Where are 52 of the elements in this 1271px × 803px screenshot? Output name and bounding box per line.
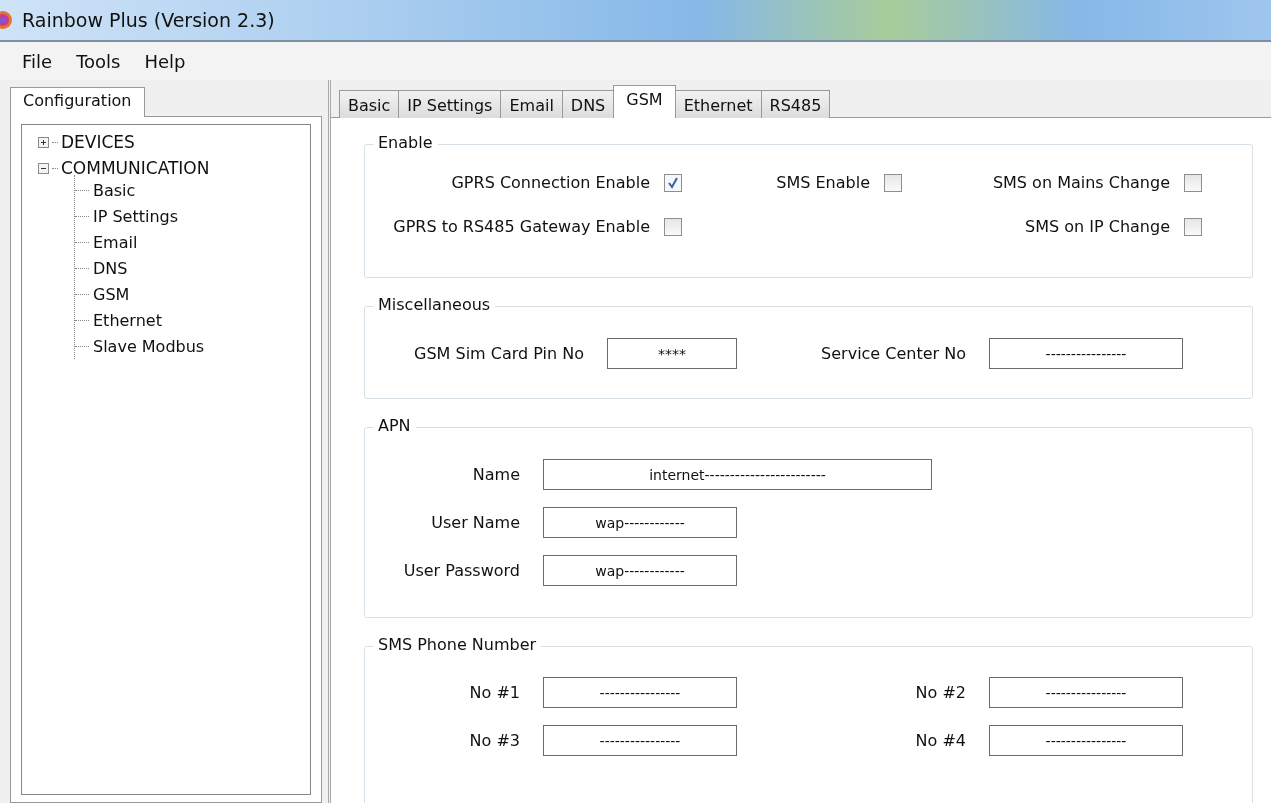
expand-icon[interactable] (38, 136, 49, 148)
panel-tab[interactable]: Configuration (10, 87, 145, 117)
field-label: No #1 (469, 683, 520, 702)
field-label: GSM Sim Card Pin No (414, 344, 584, 363)
checkbox-label: SMS Enable (776, 173, 870, 192)
checkbox-label: GPRS to RS485 Gateway Enable (393, 217, 650, 236)
checkbox[interactable] (664, 217, 682, 236)
tree-item[interactable]: Email (93, 232, 138, 252)
menu-item[interactable]: Tools (64, 50, 133, 72)
input-field[interactable]: **** (607, 338, 737, 369)
input-field[interactable]: ---------------- (989, 725, 1183, 756)
field-label: User Password (403, 561, 520, 580)
menu-item[interactable]: Help (132, 50, 198, 72)
checkbox[interactable] (1184, 217, 1202, 236)
tree-item[interactable]: IP Settings (93, 206, 179, 226)
tree-item[interactable]: Basic (93, 180, 136, 200)
field-label: No #4 (915, 731, 966, 750)
input-field[interactable]: internet------------------------ (543, 459, 932, 490)
input-field[interactable]: ---------------- (989, 338, 1183, 369)
tab[interactable]: RS485 (760, 90, 831, 118)
tree-item[interactable]: DEVICES (61, 132, 135, 152)
checkbox[interactable] (884, 173, 902, 192)
app-logo-icon (0, 10, 14, 30)
input-field[interactable]: ---------------- (543, 725, 737, 756)
input-field[interactable]: wap------------ (543, 507, 737, 538)
tab[interactable]: GSM (613, 85, 676, 118)
field-label: No #3 (469, 731, 520, 750)
field-label: No #2 (915, 683, 966, 702)
input-field[interactable]: ---------------- (989, 677, 1183, 708)
field-label: Name (472, 465, 520, 484)
checkbox-label: SMS on IP Change (1025, 217, 1170, 236)
field-label: Service Center No (821, 344, 966, 363)
tab[interactable]: Ethernet (674, 90, 762, 118)
checkbox[interactable] (1184, 173, 1202, 192)
input-field[interactable]: wap------------ (543, 555, 737, 586)
tree-item[interactable]: DNS (93, 258, 128, 278)
tree-item[interactable]: COMMUNICATION (61, 158, 210, 178)
checkbox[interactable] (664, 173, 682, 192)
field-label: User Name (431, 513, 520, 532)
tree-item[interactable]: Ethernet (93, 310, 162, 330)
checkbox-label: SMS on Mains Change (992, 173, 1170, 192)
tab[interactable]: Basic (339, 90, 400, 118)
checkbox-label: GPRS Connection Enable (451, 173, 650, 192)
tree-item[interactable]: GSM (93, 284, 130, 304)
tab[interactable]: IP Settings (398, 90, 502, 118)
input-field[interactable]: ---------------- (543, 677, 737, 708)
tab[interactable]: Email (500, 90, 563, 118)
tab[interactable]: DNS (561, 90, 615, 118)
window-title: Rainbow Plus (Version 2.3) (22, 9, 275, 31)
menu-item[interactable]: File (10, 50, 65, 72)
tree-item[interactable]: Slave Modbus (93, 336, 205, 356)
collapse-icon[interactable] (38, 162, 49, 174)
